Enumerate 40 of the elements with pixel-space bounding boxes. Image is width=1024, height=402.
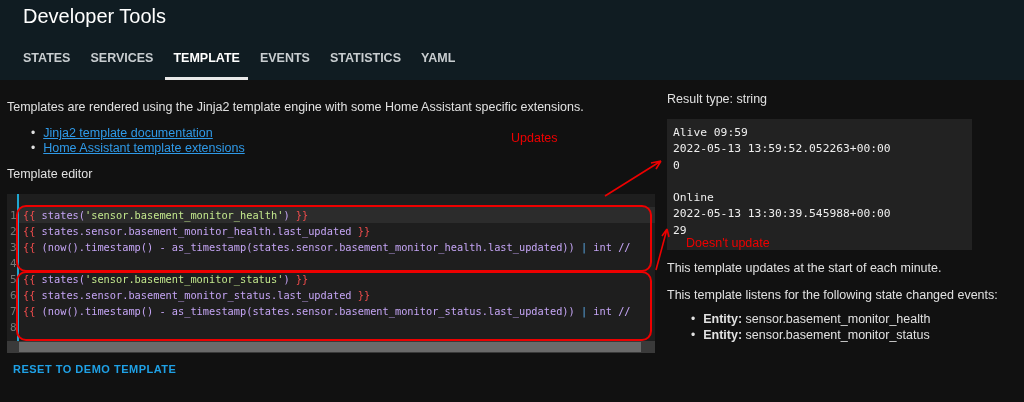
bullet: • [31,141,36,155]
doc-link[interactable]: Home Assistant template extensions [43,141,245,155]
arrow-drawing [603,158,665,198]
code-line: {{ states.sensor.basement_monitor_health.last_updated }} [22,225,371,237]
doc-link[interactable]: Jinja2 template documentation [43,126,213,140]
reset-button[interactable]: RESET TO DEMO TEMPLATE [7,357,183,381]
code-line: {{ states.sensor.basement_monitor_status.last_updated }} [22,289,371,301]
section-label: Template editor [7,167,94,181]
annotation-label: Doesn't update [686,236,770,250]
intro-text: Templates are rendered using the Jinja2 template engine with some Home Assistant specific extensions. [7,100,585,114]
tab[interactable]: EVENTS [251,41,318,80]
code-line: {{ states('sensor.basement_monitor_health') }} [22,209,309,221]
code-line: {{ (now().timestamp() - as_timestamp(states.sensor.basement_monitor_health.last_updated)) | int // [22,241,631,253]
line-number: 7 [10,304,18,318]
line-number: 4 [10,256,18,270]
line-number: 1 [10,208,18,222]
code-editor[interactable] [7,194,655,353]
bullet: • [31,126,36,140]
horizontal-scrollbar[interactable] [7,341,655,353]
bullet: • [691,312,696,327]
tab[interactable]: STATES [15,41,79,80]
page-title: Developer Tools [22,4,168,29]
tab[interactable]: STATISTICS [321,41,409,80]
listen-note: This template listens for the following state changed events: [667,288,999,303]
line-number: 3 [10,240,18,254]
entity-item: Entity: sensor.basement_monitor_health [703,312,931,327]
code-line: {{ (now().timestamp() - as_timestamp(states.sensor.basement_monitor_status.last_updated)) | int // [22,305,631,317]
annotation-label: Updates [511,131,558,145]
update-note: This template updates at the start of each minute. [667,261,943,276]
tab[interactable]: SERVICES [82,41,162,80]
line-number: 6 [10,288,18,302]
line-number: 5 [10,272,18,286]
entity-item: Entity: sensor.basement_monitor_status [703,328,930,343]
result-type: Result type: string [667,92,769,106]
line-number: 8 [10,320,18,334]
code-line: {{ states('sensor.basement_monitor_status') }} [22,273,309,285]
tab[interactable]: YAML [413,41,464,80]
tab[interactable]: TEMPLATE [165,41,248,80]
bullet: • [691,328,696,343]
line-number: 2 [10,224,18,238]
